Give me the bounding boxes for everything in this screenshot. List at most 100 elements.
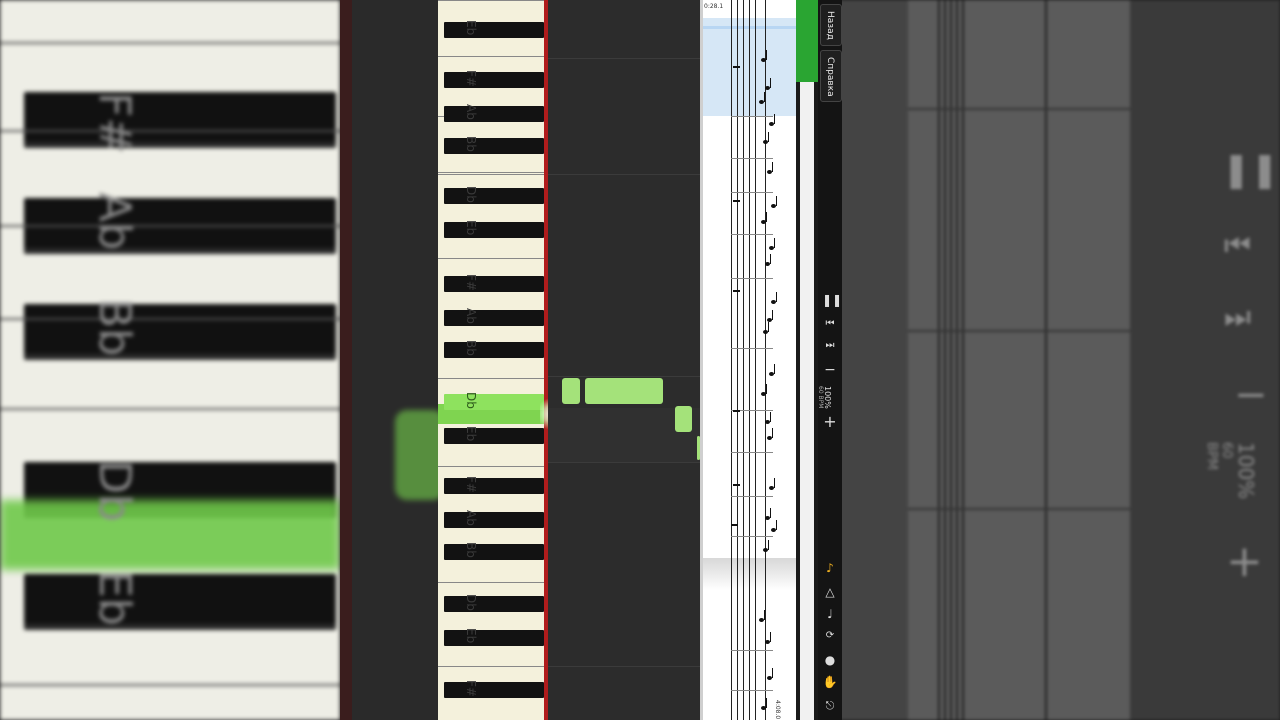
background-score-zoom: ❚❚ ⏮ ⏭ − 100% 60 BPM + — [830, 0, 1280, 720]
black-key[interactable] — [444, 478, 544, 494]
rest-mark — [733, 290, 740, 292]
white-key-divider — [0, 318, 340, 320]
sheet-music[interactable]: 0:28.1 4:08.0 — [700, 0, 799, 720]
progress-scrollbar[interactable] — [796, 0, 818, 720]
white-key-divider — [438, 378, 546, 379]
black-key[interactable] — [444, 276, 544, 292]
note-icon[interactable]: ♪ — [822, 560, 838, 576]
black-key[interactable] — [444, 72, 544, 88]
black-key[interactable] — [444, 138, 544, 154]
roll-divider — [548, 666, 700, 667]
black-key[interactable] — [444, 22, 544, 38]
note-stem — [772, 162, 773, 172]
loop-icon[interactable]: ⟳ — [822, 628, 838, 644]
black-key[interactable] — [444, 222, 544, 238]
black-key[interactable] — [444, 342, 544, 358]
white-key-divider — [0, 42, 340, 44]
key-label: F# — [464, 274, 478, 291]
note-stem — [770, 632, 771, 642]
white-key-divider — [438, 56, 546, 57]
current-position-line — [703, 26, 799, 29]
black-key[interactable] — [444, 188, 544, 204]
note-stem — [774, 238, 775, 248]
control-sidebar: Назад Справка ❚❚ ⏮ ⏭ − 100% 60 BPM + ♪ △… — [817, 0, 842, 720]
black-key[interactable] — [444, 596, 544, 612]
pause-icon[interactable]: ❚❚ — [822, 292, 842, 308]
help-button[interactable]: Справка — [820, 50, 842, 102]
bg-skip-back-icon: ⏮ — [1224, 228, 1251, 263]
background-roll-zoom — [340, 0, 445, 720]
white-key-divider — [438, 172, 546, 173]
black-key[interactable] — [444, 310, 544, 326]
background-keyboard-zoom: F# Ab Bb Db Eb — [0, 0, 340, 720]
progress-thumb[interactable] — [796, 0, 818, 82]
bar-line — [908, 108, 1130, 110]
key-label: Db — [464, 594, 478, 611]
hand-icon[interactable]: ✋ — [822, 674, 838, 690]
white-key-divider — [0, 408, 340, 410]
bg-skip-forward-icon: ⏭ — [1224, 300, 1251, 335]
help-label: Справка — [825, 57, 835, 97]
scroll-track — [800, 82, 814, 720]
bg-key-label: F# — [89, 92, 140, 155]
app-screen: F# Ab Bb Db Eb ❚❚ ⏮ ⏭ − 100% 60 BPM + Eb… — [0, 0, 1280, 720]
bg-key-label: Bb — [89, 298, 140, 357]
bg-key-label: Eb — [89, 570, 140, 626]
key-label: Eb — [464, 220, 478, 236]
bar-line — [731, 690, 773, 691]
note-stem — [772, 668, 773, 678]
note-stem — [766, 698, 767, 708]
note-stem — [766, 384, 767, 394]
rest-mark — [733, 410, 740, 412]
bg-pause-icon: ❚❚ — [1222, 150, 1279, 190]
note-stem — [770, 254, 771, 264]
falling-note — [585, 378, 663, 404]
note-stem — [768, 540, 769, 550]
black-key[interactable] — [444, 428, 544, 444]
black-key[interactable] — [444, 106, 544, 122]
black-key[interactable] — [444, 682, 544, 698]
note-stem — [772, 310, 773, 320]
note-stem — [768, 322, 769, 332]
black-key[interactable] — [444, 394, 544, 410]
plus-icon[interactable]: + — [822, 414, 838, 430]
bar-line — [731, 348, 773, 349]
note-stem — [772, 428, 773, 438]
roll-divider — [548, 174, 700, 175]
black-key[interactable] — [444, 544, 544, 560]
bar-line — [731, 650, 773, 651]
rest-mark — [733, 484, 740, 486]
black-key-bg — [24, 304, 336, 360]
skip-forward-icon[interactable]: ⏭ — [822, 338, 838, 354]
metronome-icon[interactable]: △ — [822, 584, 838, 600]
bar-line — [731, 192, 773, 193]
staff-line — [731, 0, 732, 720]
white-key-divider — [438, 0, 546, 1]
guitar-icon[interactable]: ♩ — [822, 606, 838, 622]
back-button[interactable]: Назад — [820, 4, 842, 46]
falling-note — [562, 378, 580, 404]
note-stem — [770, 412, 771, 422]
key-label: Eb — [464, 20, 478, 36]
key-label: Bb — [464, 340, 478, 356]
piano-keyboard[interactable]: Eb F# Ab Bb Db Eb F# Ab Bb Db Eb F# Ab Bb Db Eb F# — [438, 0, 546, 720]
bar-line — [731, 496, 773, 497]
note-stem — [764, 92, 765, 102]
back-label: Назад — [825, 11, 835, 40]
key-label: Db — [464, 392, 478, 409]
key-label: Ab — [464, 510, 478, 526]
minus-icon[interactable]: − — [822, 362, 838, 378]
zoom-level: 100% — [823, 386, 832, 409]
pin-icon[interactable]: ● — [822, 652, 838, 668]
staff-line — [765, 0, 766, 720]
note-roll — [548, 0, 700, 720]
note-stem — [774, 364, 775, 374]
white-key-divider — [0, 130, 340, 132]
rest-mark — [733, 66, 740, 68]
black-key[interactable] — [444, 630, 544, 646]
page-break — [703, 558, 799, 604]
exit-icon[interactable]: ⎋ — [822, 698, 838, 714]
bar-line — [731, 234, 773, 235]
skip-back-icon[interactable]: ⏮ — [822, 316, 838, 332]
black-key[interactable] — [444, 512, 544, 528]
